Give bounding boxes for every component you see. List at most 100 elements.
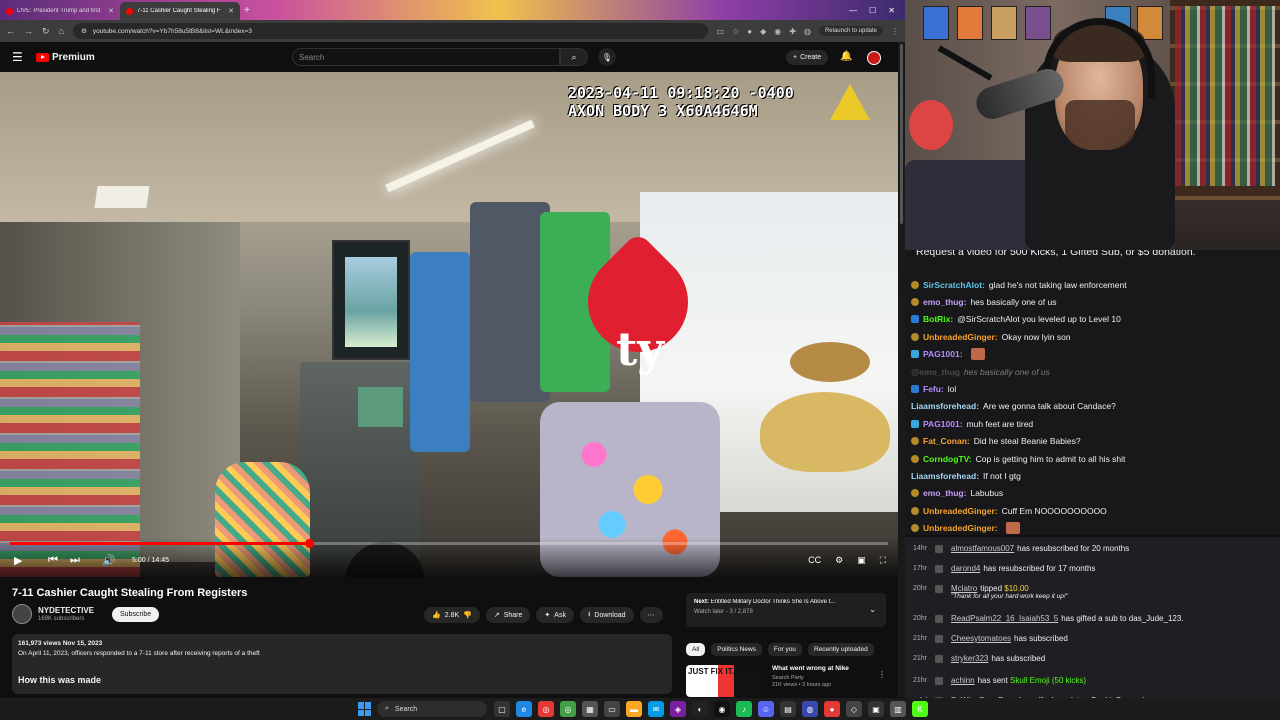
- chat-username[interactable]: UnbreadedGinger:: [923, 523, 998, 533]
- close-window-icon[interactable]: ✕: [888, 6, 895, 15]
- obs-icon[interactable]: ◉: [714, 701, 730, 717]
- windows-start-icon[interactable]: [358, 702, 372, 716]
- new-tab-icon[interactable]: +: [244, 5, 250, 16]
- event-username[interactable]: darond4: [951, 564, 980, 573]
- subscribe-button[interactable]: Subscribe: [112, 606, 160, 622]
- chat-username[interactable]: emo_thug:: [923, 297, 966, 307]
- more-actions-button[interactable]: ⋯: [639, 607, 663, 623]
- chat-message[interactable]: emo_thug: hes basically one of us: [911, 293, 1276, 310]
- back-icon[interactable]: ←: [6, 26, 15, 36]
- miniplayer-icon[interactable]: ▣: [857, 555, 866, 566]
- chat-username[interactable]: SirScratchAlot:: [923, 280, 985, 290]
- recommended-video[interactable]: JUST FIX IT. What went wrong at Nike Sea…: [686, 665, 882, 697]
- maximize-icon[interactable]: ☐: [869, 6, 876, 15]
- chat-username[interactable]: UnbreadedGinger:: [923, 332, 998, 342]
- event-username[interactable]: Mclatro: [951, 584, 977, 593]
- chip-all[interactable]: All: [686, 643, 706, 656]
- chat-message[interactable]: SirScratchAlot: glad he's not taking law …: [911, 276, 1276, 293]
- progress-bar[interactable]: [10, 539, 888, 548]
- event-username[interactable]: Cheesytomatoes: [951, 634, 1011, 643]
- volume-icon[interactable]: 🔊: [102, 554, 116, 567]
- description-box[interactable]: 161,973 views Nov 15, 2023 On April 11, …: [12, 634, 672, 694]
- chat-username[interactable]: UnbreadedGinger:: [923, 506, 998, 516]
- download-button[interactable]: ⭳ Download: [579, 607, 634, 623]
- event-username[interactable]: ReadPsalm22_16_Isaiah53_5: [951, 614, 1058, 623]
- chat-message[interactable]: Liaamsforehead: Are we gonna talk about C…: [911, 398, 1276, 415]
- close-tab-icon[interactable]: ✕: [228, 7, 234, 15]
- scrollbar-thumb[interactable]: [900, 44, 903, 224]
- chat-username[interactable]: @emo_thug: [911, 367, 960, 377]
- app-icon[interactable]: ◐: [692, 701, 708, 717]
- app-icon[interactable]: ◍: [802, 701, 818, 717]
- chip-politics-news[interactable]: Politics News: [711, 643, 762, 656]
- create-button[interactable]: + Create: [786, 50, 829, 65]
- ask-button[interactable]: ✦ Ask: [536, 607, 574, 623]
- forward-icon[interactable]: →: [24, 26, 33, 36]
- discord-icon[interactable]: ☺: [758, 701, 774, 717]
- file-explorer-icon[interactable]: ▬: [626, 701, 642, 717]
- cast-icon[interactable]: ▭: [717, 27, 725, 36]
- previous-icon[interactable]: ⏮: [48, 554, 58, 567]
- voice-search-button[interactable]: 🎙: [598, 48, 616, 66]
- app-icon[interactable]: ◇: [846, 701, 862, 717]
- chat-message[interactable]: PAG1001: muh feet are tired: [911, 415, 1276, 432]
- extension-icon[interactable]: ◉: [774, 27, 781, 36]
- twitch-icon[interactable]: ◈: [670, 701, 686, 717]
- browser-tab-active[interactable]: 7-11 Cashier Caught Stealing F ✕: [120, 2, 240, 20]
- mail-icon[interactable]: ✉: [648, 701, 664, 717]
- share-button[interactable]: ↗ Share: [485, 607, 531, 623]
- search-button[interactable]: ⌕: [560, 48, 588, 66]
- relaunch-button[interactable]: Relaunch to update: [818, 26, 883, 36]
- chat-message[interactable]: PAG1001:: [911, 346, 1276, 363]
- chat-message[interactable]: emo_thug: Labubus: [911, 485, 1276, 502]
- event-username[interactable]: almostfamous007: [951, 544, 1014, 553]
- profile-icon[interactable]: ◍: [804, 27, 811, 36]
- notifications-bell-icon[interactable]: 🔔: [840, 51, 852, 62]
- task-view-icon[interactable]: ▢: [494, 701, 510, 717]
- chrome-profile-icon[interactable]: ◎: [560, 701, 576, 717]
- close-tab-icon[interactable]: ✕: [108, 7, 114, 15]
- channel-name[interactable]: NYDETECTIVE: [38, 606, 94, 615]
- calculator-icon[interactable]: ▦: [582, 701, 598, 717]
- app-icon[interactable]: ▣: [868, 701, 884, 717]
- reload-icon[interactable]: ↻: [42, 26, 50, 37]
- progress-scrubber[interactable]: [304, 539, 314, 548]
- chip-recently-uploaded[interactable]: Recently uploaded: [807, 643, 874, 656]
- home-icon[interactable]: ⌂: [59, 26, 64, 36]
- fullscreen-icon[interactable]: ⛶: [880, 555, 886, 566]
- minimize-icon[interactable]: —: [849, 6, 857, 15]
- recommended-thumbnail[interactable]: JUST FIX IT.: [686, 665, 766, 697]
- chat-message[interactable]: Fat_Conan: Did he steal Beanie Babies?: [911, 433, 1276, 450]
- chat-username[interactable]: Fat_Conan:: [923, 436, 970, 446]
- chat-username[interactable]: BotRix:: [923, 314, 953, 324]
- youtube-logo[interactable]: Premium: [36, 52, 95, 63]
- spotify-icon[interactable]: ♪: [736, 701, 752, 717]
- kick-icon[interactable]: K: [912, 701, 928, 717]
- app-icon[interactable]: ▥: [890, 701, 906, 717]
- chat-message[interactable]: CorndogTV: Cop is getting him to admit to…: [911, 450, 1276, 467]
- site-info-icon[interactable]: ⚙: [81, 27, 87, 35]
- menu-kebab-icon[interactable]: ⋮: [891, 27, 899, 36]
- extension-icon[interactable]: ●: [747, 27, 752, 36]
- chat-message[interactable]: UnbreadedGinger: Okay now lyin son: [911, 328, 1276, 345]
- chat-message[interactable]: UnbreadedGinger: Cuff Em NOOOOOOOOOO: [911, 502, 1276, 519]
- chat-username[interactable]: Liaamsforehead:: [911, 471, 979, 481]
- menu-hamburger-icon[interactable]: ☰: [12, 50, 36, 64]
- chat-username[interactable]: CorndogTV:: [923, 454, 972, 464]
- search-input[interactable]: Search: [292, 48, 560, 66]
- extensions-puzzle-icon[interactable]: ✚: [789, 27, 796, 36]
- extension-icon[interactable]: ◆: [760, 27, 766, 36]
- next-icon[interactable]: ⏭: [70, 554, 80, 567]
- captions-icon[interactable]: CC: [808, 555, 821, 566]
- account-avatar[interactable]: [867, 51, 881, 65]
- chip-for-you[interactable]: For you: [767, 643, 802, 656]
- channel-avatar[interactable]: [12, 604, 32, 624]
- chat-username[interactable]: PAG1001:: [923, 349, 963, 359]
- chat-message[interactable]: Fefu: lol: [911, 380, 1276, 397]
- app-icon[interactable]: ●: [824, 701, 840, 717]
- event-username[interactable]: achinn: [951, 676, 975, 685]
- address-bar[interactable]: ⚙ youtube.com/watch?v=Yb7h58u5tB8&list=W…: [72, 23, 708, 39]
- up-next-card[interactable]: Next: Entitled Military Doctor Thinks Sh…: [686, 593, 886, 627]
- terminal-icon[interactable]: ▭: [604, 701, 620, 717]
- event-username[interactable]: stryker323: [951, 654, 988, 663]
